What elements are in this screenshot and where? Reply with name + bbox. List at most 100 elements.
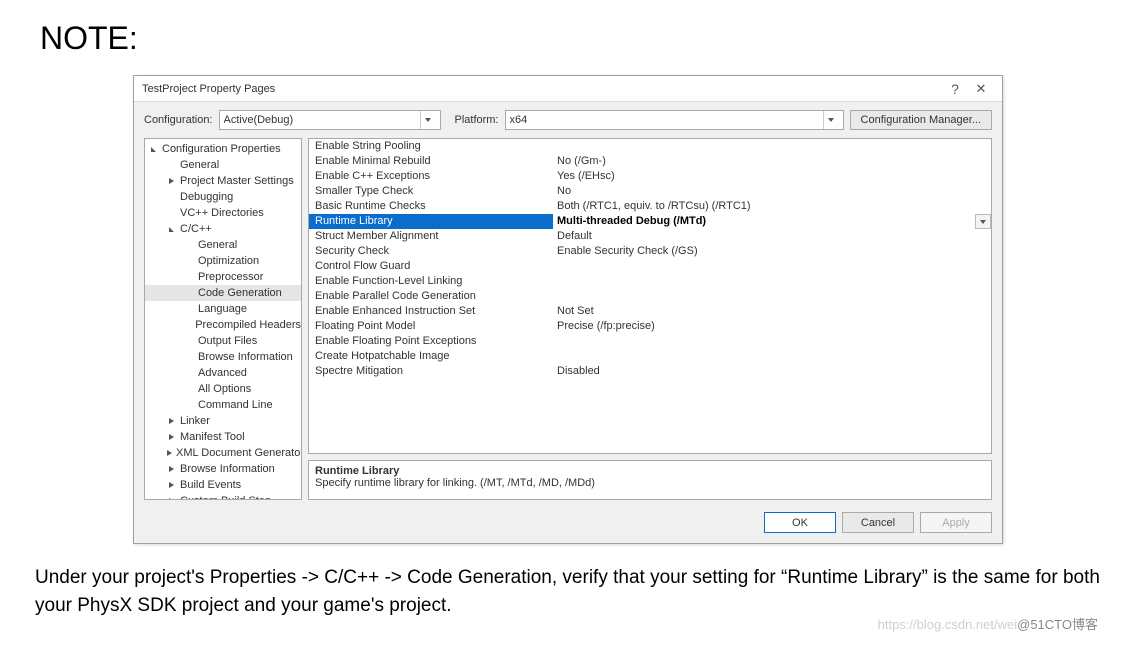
- tree-item[interactable]: Custom Build Step: [145, 493, 301, 500]
- property-value[interactable]: [553, 139, 991, 154]
- collapsed-icon[interactable]: [167, 417, 176, 426]
- property-value[interactable]: Precise (/fp:precise): [553, 319, 991, 334]
- tree-item-label: Optimization: [198, 254, 259, 268]
- tree-item[interactable]: Debugging: [145, 189, 301, 205]
- configuration-manager-button[interactable]: Configuration Manager...: [850, 110, 992, 130]
- property-value[interactable]: Enable Security Check (/GS): [553, 244, 991, 259]
- property-row[interactable]: Enable Minimal RebuildNo (/Gm-): [309, 154, 991, 169]
- tree-item[interactable]: Build Events: [145, 477, 301, 493]
- spacer-icon: [185, 353, 194, 362]
- property-row[interactable]: Create Hotpatchable Image: [309, 349, 991, 364]
- tree-item[interactable]: Browse Information: [145, 349, 301, 365]
- ok-button[interactable]: OK: [764, 512, 836, 533]
- expanded-icon[interactable]: [149, 145, 158, 154]
- property-value[interactable]: Disabled: [553, 364, 991, 379]
- property-row[interactable]: Enable C++ ExceptionsYes (/EHsc): [309, 169, 991, 184]
- chevron-down-icon[interactable]: [823, 111, 839, 129]
- property-name: Enable C++ Exceptions: [309, 169, 553, 184]
- property-value[interactable]: Multi-threaded Debug (/MTd): [553, 214, 991, 229]
- tree-item[interactable]: Preprocessor: [145, 269, 301, 285]
- tree-item-label: Code Generation: [198, 286, 282, 300]
- tree-item[interactable]: Code Generation: [145, 285, 301, 301]
- spacer-icon: [185, 337, 194, 346]
- property-row[interactable]: Security CheckEnable Security Check (/GS…: [309, 244, 991, 259]
- property-name: Floating Point Model: [309, 319, 553, 334]
- property-value[interactable]: [553, 349, 991, 364]
- property-value[interactable]: Not Set: [553, 304, 991, 319]
- property-value[interactable]: [553, 289, 991, 304]
- property-row[interactable]: Floating Point ModelPrecise (/fp:precise…: [309, 319, 991, 334]
- spacer-icon: [167, 193, 176, 202]
- property-value[interactable]: No (/Gm-): [553, 154, 991, 169]
- tree-item-label: C/C++: [180, 222, 212, 236]
- help-button[interactable]: ?: [942, 81, 968, 97]
- spacer-icon: [185, 369, 194, 378]
- property-value[interactable]: [553, 259, 991, 274]
- tree-item[interactable]: Manifest Tool: [145, 429, 301, 445]
- collapsed-icon[interactable]: [167, 481, 176, 490]
- collapsed-icon[interactable]: [167, 465, 176, 474]
- close-button[interactable]: ✕: [968, 81, 994, 97]
- tree-item[interactable]: Output Files: [145, 333, 301, 349]
- spacer-icon: [185, 385, 194, 394]
- collapsed-icon[interactable]: [167, 177, 176, 186]
- tree-item[interactable]: Browse Information: [145, 461, 301, 477]
- apply-button[interactable]: Apply: [920, 512, 992, 533]
- property-row[interactable]: Enable String Pooling: [309, 139, 991, 154]
- tree-item[interactable]: Command Line: [145, 397, 301, 413]
- titlebar: TestProject Property Pages ? ✕: [134, 76, 1002, 102]
- property-row[interactable]: Enable Floating Point Exceptions: [309, 334, 991, 349]
- property-value[interactable]: Yes (/EHsc): [553, 169, 991, 184]
- tree-item[interactable]: Linker: [145, 413, 301, 429]
- chevron-down-icon[interactable]: [975, 214, 991, 229]
- property-value[interactable]: [553, 334, 991, 349]
- tree-item[interactable]: Project Master Settings: [145, 173, 301, 189]
- spacer-icon: [185, 305, 194, 314]
- property-row[interactable]: Struct Member AlignmentDefault: [309, 229, 991, 244]
- property-row[interactable]: Control Flow Guard: [309, 259, 991, 274]
- tree-item[interactable]: XML Document Generator: [145, 445, 301, 461]
- property-row[interactable]: Spectre MitigationDisabled: [309, 364, 991, 379]
- property-name: Enable Parallel Code Generation: [309, 289, 553, 304]
- collapsed-icon[interactable]: [167, 433, 176, 442]
- tree-item[interactable]: Language: [145, 301, 301, 317]
- watermark-blog: @51CTO博客: [1017, 617, 1098, 632]
- property-value[interactable]: Default: [553, 229, 991, 244]
- platform-combo[interactable]: x64: [505, 110, 844, 130]
- property-value[interactable]: No: [553, 184, 991, 199]
- tree-item[interactable]: All Options: [145, 381, 301, 397]
- property-row[interactable]: Enable Parallel Code Generation: [309, 289, 991, 304]
- spacer-icon: [185, 289, 194, 298]
- config-row: Configuration: Active(Debug) Platform: x…: [134, 102, 1002, 138]
- chevron-down-icon[interactable]: [420, 111, 436, 129]
- tree-item[interactable]: General: [145, 157, 301, 173]
- note-heading: NOTE:: [40, 20, 1101, 57]
- tree-item[interactable]: Precompiled Headers: [145, 317, 301, 333]
- property-row[interactable]: Smaller Type CheckNo: [309, 184, 991, 199]
- tree-item-label: Debugging: [180, 190, 233, 204]
- property-row[interactable]: Enable Enhanced Instruction SetNot Set: [309, 304, 991, 319]
- collapsed-icon[interactable]: [167, 497, 176, 501]
- expanded-icon[interactable]: [167, 225, 176, 234]
- collapsed-icon[interactable]: [167, 449, 172, 458]
- configuration-combo[interactable]: Active(Debug): [219, 110, 441, 130]
- tree-item-label: Custom Build Step: [180, 494, 271, 500]
- tree-item-label: Precompiled Headers: [195, 318, 301, 332]
- property-value[interactable]: [553, 274, 991, 289]
- property-row[interactable]: Enable Function-Level Linking: [309, 274, 991, 289]
- tree-item[interactable]: Optimization: [145, 253, 301, 269]
- property-value[interactable]: Both (/RTC1, equiv. to /RTCsu) (/RTC1): [553, 199, 991, 214]
- caption-text: Under your project's Properties -> C/C++…: [35, 564, 1101, 619]
- tree-item[interactable]: General: [145, 237, 301, 253]
- tree-item[interactable]: C/C++: [145, 221, 301, 237]
- tree-item-label: General: [180, 158, 219, 172]
- tree-item[interactable]: Advanced: [145, 365, 301, 381]
- property-row[interactable]: Runtime LibraryMulti-threaded Debug (/MT…: [309, 214, 991, 229]
- tree-item[interactable]: VC++ Directories: [145, 205, 301, 221]
- category-tree[interactable]: Configuration PropertiesGeneralProject M…: [144, 138, 302, 500]
- dialog-body: Configuration PropertiesGeneralProject M…: [134, 138, 1002, 506]
- property-row[interactable]: Basic Runtime ChecksBoth (/RTC1, equiv. …: [309, 199, 991, 214]
- cancel-button[interactable]: Cancel: [842, 512, 914, 533]
- tree-item[interactable]: Configuration Properties: [145, 141, 301, 157]
- property-grid[interactable]: Enable String PoolingEnable Minimal Rebu…: [308, 138, 992, 454]
